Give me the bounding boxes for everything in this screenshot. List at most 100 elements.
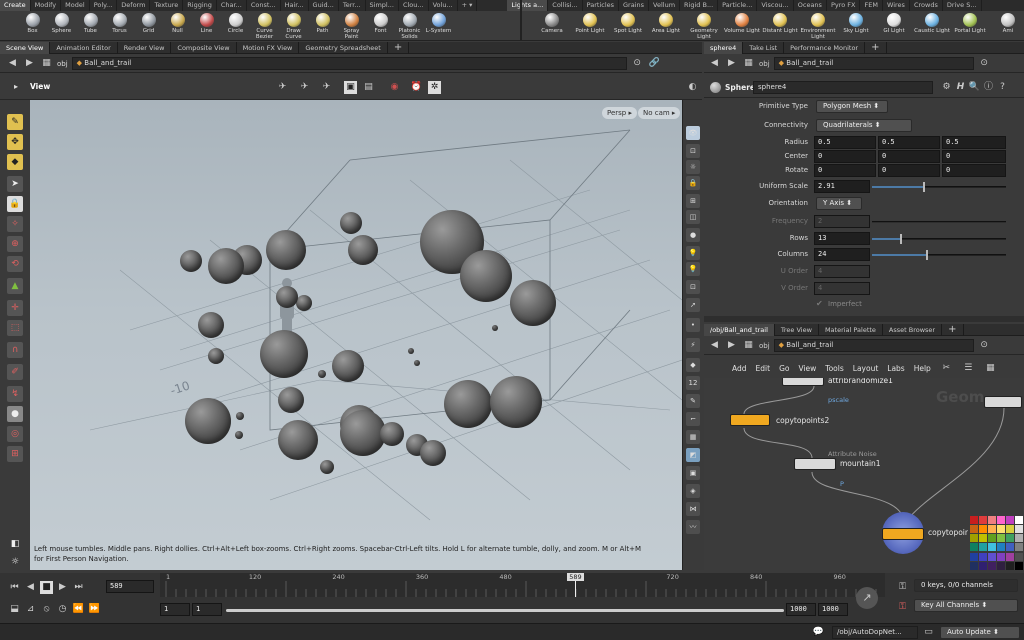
- tool-draw-curve[interactable]: Draw Curve: [279, 11, 308, 41]
- net-tab-tree-view[interactable]: Tree View: [775, 323, 819, 336]
- param-tab-take-list[interactable]: Take List: [743, 41, 785, 54]
- uniform-scale-slider[interactable]: [872, 182, 1006, 192]
- tool-font[interactable]: Font: [366, 11, 395, 41]
- shelf-tab-particles-2[interactable]: Particles: [583, 0, 620, 11]
- view-menu-icon[interactable]: ▸: [14, 82, 18, 91]
- net-tab-asset-browser[interactable]: Asset Browser: [883, 323, 943, 336]
- net-menu-labs[interactable]: Labs: [887, 364, 904, 373]
- point-display-icon[interactable]: ⊡: [686, 280, 700, 294]
- palette-swatch[interactable]: [970, 525, 978, 534]
- shelf-tab-deform-4[interactable]: Deform: [117, 0, 151, 11]
- scene-viewport[interactable]: -10 Persp ▸ No cam ▸ Left mouse tumbles.…: [30, 100, 682, 570]
- right-node[interactable]: [984, 396, 1022, 408]
- clock-icon[interactable]: ◷: [56, 603, 69, 616]
- palette-swatch[interactable]: [1015, 516, 1023, 524]
- tool-distant-light[interactable]: Distant Light: [762, 11, 798, 41]
- left-pane-add-tab[interactable]: +: [388, 41, 410, 54]
- palette-swatch[interactable]: [988, 561, 996, 570]
- node-name-field[interactable]: sphere4: [753, 81, 933, 94]
- keyframe-icon[interactable]: ⬓: [8, 603, 21, 616]
- net-menu-go[interactable]: Go: [779, 364, 789, 373]
- range-start-field[interactable]: 1: [160, 603, 190, 616]
- wand-icon[interactable]: ⚡: [686, 338, 700, 352]
- shelf-tab-crowds-12[interactable]: Crowds: [910, 0, 943, 11]
- path-field[interactable]: ◆ Ball_and_trail: [71, 57, 627, 70]
- path-root[interactable]: obj: [57, 60, 68, 68]
- persp-menu[interactable]: Persp ▸: [602, 107, 637, 119]
- shelf-tab-texture-5[interactable]: Texture: [150, 0, 184, 11]
- view-label[interactable]: View: [30, 82, 50, 91]
- palette-swatch[interactable]: [1015, 552, 1023, 561]
- transform-tool-icon[interactable]: ✛: [7, 300, 23, 316]
- columns-slider[interactable]: [872, 250, 1006, 260]
- palette-swatch[interactable]: [970, 516, 978, 524]
- shelf-tab-add[interactable]: + ▾: [458, 0, 478, 11]
- shelf-tab-grains-3[interactable]: Grains: [619, 0, 650, 11]
- tool-tube[interactable]: Tube: [76, 11, 105, 41]
- visibility-icon[interactable]: 👁: [686, 126, 700, 140]
- pointer-icon[interactable]: ➤: [7, 176, 23, 192]
- back-icon[interactable]: ◀: [6, 57, 19, 70]
- tool-circle[interactable]: Circle: [221, 11, 250, 41]
- drag-tool-icon[interactable]: ↯: [7, 386, 23, 402]
- net-menu-add[interactable]: Add: [732, 364, 747, 373]
- net-menu-help[interactable]: Help: [914, 364, 931, 373]
- tool-geometry-light[interactable]: Geometry Light: [686, 11, 722, 41]
- rotate-y-field[interactable]: 0: [878, 164, 940, 177]
- shelf-tab-create-0[interactable]: Create: [0, 0, 31, 11]
- snap-icon[interactable]: ✈: [298, 81, 311, 94]
- curve-tool-icon[interactable]: ◎: [7, 426, 23, 442]
- help-icon[interactable]: ?: [996, 81, 1009, 94]
- mountain-node[interactable]: [794, 458, 836, 470]
- realtime-icon[interactable]: ⦸: [40, 603, 53, 616]
- grid-view-icon[interactable]: ▦: [984, 362, 997, 375]
- net-menu-edit[interactable]: Edit: [756, 364, 771, 373]
- tool-environment-light[interactable]: Environment Light: [800, 11, 836, 41]
- camera-tool-icon[interactable]: ◧: [7, 536, 23, 552]
- shelf-tab-const-8[interactable]: Const...: [247, 0, 281, 11]
- curve-display-icon[interactable]: 〰: [686, 520, 700, 534]
- palette-swatch[interactable]: [970, 552, 978, 561]
- palette-swatch[interactable]: [1015, 561, 1023, 570]
- net-pin-icon[interactable]: ⊙: [978, 339, 991, 352]
- record-icon[interactable]: ◉: [388, 81, 401, 94]
- shelf-tab-volu-14[interactable]: Volu...: [429, 0, 458, 11]
- net-tab-obj-ball-and-trail[interactable]: /obj/Ball_and_trail: [704, 323, 775, 336]
- rotate-z-field[interactable]: 0: [942, 164, 1006, 177]
- network-pane-add-tab[interactable]: +: [942, 323, 964, 336]
- tab-render-view[interactable]: Render View: [118, 41, 172, 54]
- palette-swatch[interactable]: [997, 525, 1005, 534]
- param-pane-add-tab[interactable]: +: [865, 41, 887, 54]
- rotate-x-field[interactable]: 0: [814, 164, 876, 177]
- net-path-field[interactable]: ◆ Ball_and_trail: [773, 339, 974, 352]
- palette-swatch[interactable]: [988, 552, 996, 561]
- net-back-icon[interactable]: ◀: [708, 339, 721, 352]
- audio-scrub-icon[interactable]: ↗: [856, 587, 878, 609]
- palette-swatch[interactable]: [1015, 525, 1023, 534]
- param-pin-icon[interactable]: ⊙: [978, 57, 991, 70]
- shelf-tab-lights-a-0[interactable]: Lights a...: [507, 0, 549, 11]
- key-channels-icon[interactable]: ⚿: [896, 601, 909, 614]
- shelf-tab-model-2[interactable]: Model: [61, 0, 90, 11]
- link-icon[interactable]: 🔗: [648, 57, 661, 70]
- step-back-icon[interactable]: ⏪: [72, 603, 85, 616]
- chat-icon[interactable]: 💬: [812, 626, 825, 639]
- net-menu-tools[interactable]: Tools: [825, 364, 843, 373]
- select-tool-icon[interactable]: ✎: [7, 114, 23, 130]
- palette-swatch[interactable]: [1006, 525, 1014, 534]
- shelf-tab-guid-10[interactable]: Guid...: [309, 0, 339, 11]
- sim-icon[interactable]: ▭: [922, 626, 935, 639]
- palette-swatch[interactable]: [970, 534, 978, 543]
- tool-ami[interactable]: Ami: [990, 11, 1024, 41]
- shelf-tab-vellum-4[interactable]: Vellum: [649, 0, 681, 11]
- step-forward-icon[interactable]: ⏩: [88, 603, 101, 616]
- shading-icon[interactable]: ●: [686, 228, 700, 242]
- net-menu-view[interactable]: View: [798, 364, 816, 373]
- shelf-tab-collisi-1[interactable]: Collisi...: [548, 0, 583, 11]
- net-menu-layout[interactable]: Layout: [853, 364, 879, 373]
- palette-swatch[interactable]: [979, 534, 987, 543]
- range-slider[interactable]: [226, 609, 784, 612]
- camera-view-icon[interactable]: ▣: [344, 81, 357, 94]
- shelf-tab-wires-11[interactable]: Wires: [883, 0, 910, 11]
- palette-swatch[interactable]: [1006, 552, 1014, 561]
